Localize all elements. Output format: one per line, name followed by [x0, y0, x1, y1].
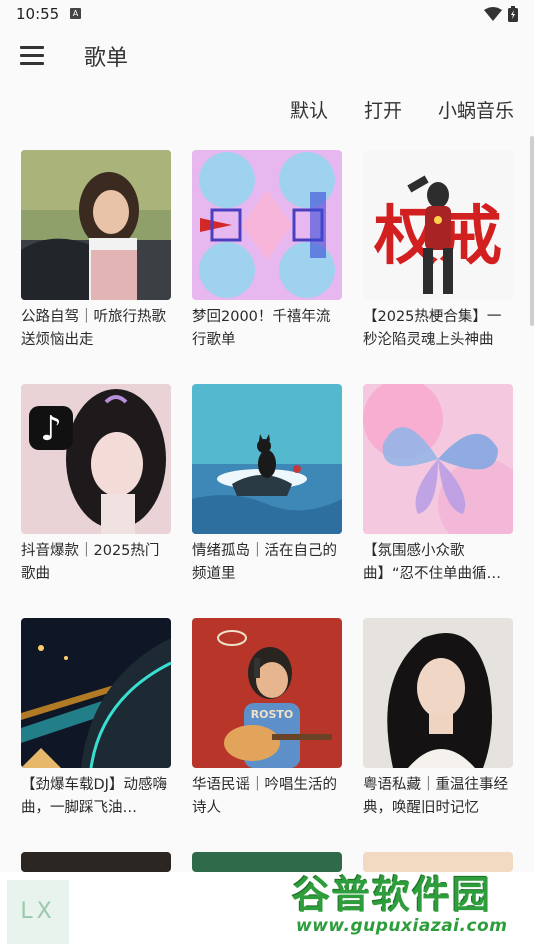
- playlist-cover: ROSTO: [192, 618, 342, 768]
- playlist-cover: [192, 150, 342, 300]
- sort-xiaowo[interactable]: 小蜗音乐: [438, 96, 514, 123]
- playlist-title: 华语民谣｜吟唱生活的诗人: [192, 777, 337, 816]
- playlist-cover: [192, 384, 342, 534]
- battery-icon: [508, 6, 518, 22]
- playlist-card[interactable]: 【劲爆车载DJ】动感嗨曲，一脚踩飞油…: [21, 618, 171, 820]
- playlist-cover: [21, 618, 171, 768]
- playlist-card[interactable]: 梦回2000！千禧年流行歌单: [192, 150, 342, 352]
- playlist-cover: [21, 852, 171, 872]
- playlist-card[interactable]: 情绪孤岛｜活在自己的频道里: [192, 384, 342, 586]
- playlist-card[interactable]: 权戒 【2025热梗合集】一秒沦陷灵魂上头神曲: [363, 150, 513, 352]
- playlist-title: 梦回2000！千禧年流行歌单: [192, 309, 331, 348]
- app-logo[interactable]: LX: [7, 880, 69, 944]
- scrollbar[interactable]: [530, 136, 534, 326]
- cover-text-shirt: ROSTO: [251, 708, 294, 721]
- playlist-card[interactable]: 【氛围感小众歌曲】“忍不住单曲循…: [363, 384, 513, 586]
- playlist-cover: [363, 384, 513, 534]
- watermark: 谷普软件园 www.gupuxiazai.com: [292, 864, 532, 950]
- app-bar: 歌单: [0, 28, 534, 84]
- watermark-title: 谷普软件园: [292, 873, 493, 917]
- page-title: 歌单: [84, 46, 129, 71]
- playlist-title: 公路自驾｜听旅行热歌送烦恼出走: [21, 309, 166, 348]
- playlist-title: 情绪孤岛｜活在自己的频道里: [192, 543, 337, 582]
- status-time: 10:55: [16, 5, 60, 23]
- playlist-title: 抖音爆款｜2025热门歌曲: [21, 543, 160, 582]
- playlist-cover: 权戒: [363, 150, 513, 300]
- tiktok-icon: ♪: [40, 409, 62, 449]
- playlist-cover: [363, 618, 513, 768]
- playlist-title: 粤语私藏｜重温往事经典，唤醒旧时记忆: [363, 777, 508, 816]
- playlist-card[interactable]: ♪ 抖音爆款｜2025热门歌曲: [21, 384, 171, 586]
- status-bar: 10:55 A: [0, 0, 534, 28]
- playlist-card[interactable]: [21, 852, 171, 872]
- watermark-url: www.gupuxiazai.com: [296, 916, 508, 936]
- playlist-card[interactable]: 公路自驾｜听旅行热歌送烦恼出走: [21, 150, 171, 352]
- playlist-card[interactable]: ROSTO 华语民谣｜吟唱生活的诗人: [192, 618, 342, 820]
- playlist-title: 【氛围感小众歌曲】“忍不住单曲循…: [363, 543, 502, 582]
- playlist-cover: ♪: [21, 384, 171, 534]
- status-icons: [484, 6, 518, 22]
- menu-icon[interactable]: [18, 42, 48, 70]
- playlist-title: 【劲爆车载DJ】动感嗨曲，一脚踩飞油…: [21, 777, 167, 816]
- sort-default[interactable]: 默认: [290, 96, 328, 123]
- playlist-card[interactable]: 粤语私藏｜重温往事经典，唤醒旧时记忆: [363, 618, 513, 820]
- notification-badge-icon: A: [70, 8, 81, 19]
- wifi-icon: [484, 7, 502, 21]
- playlist-title: 【2025热梗合集】一秒沦陷灵魂上头神曲: [363, 309, 502, 348]
- sort-options: 默认 打开 小蜗音乐: [290, 96, 514, 123]
- playlist-cover: [21, 150, 171, 300]
- sort-open[interactable]: 打开: [364, 96, 402, 123]
